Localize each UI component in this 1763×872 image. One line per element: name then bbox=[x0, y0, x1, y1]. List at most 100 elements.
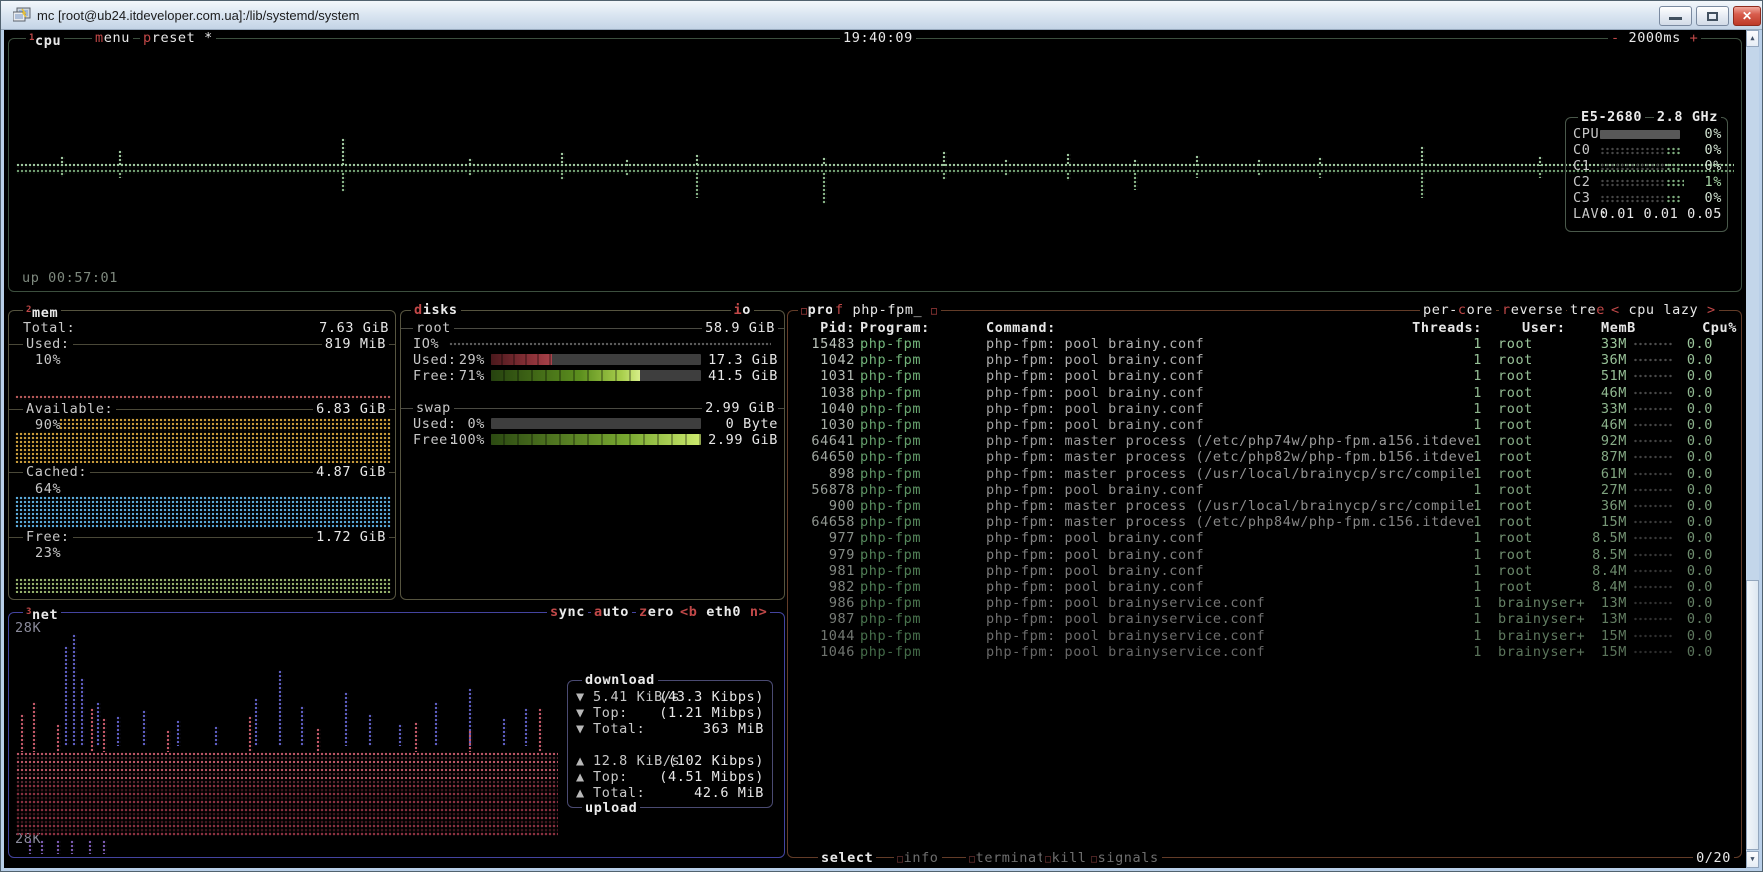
proc-program: php-fpm bbox=[860, 611, 921, 627]
col-command[interactable]: Command: bbox=[986, 320, 1056, 336]
process-row[interactable]: 977php-fpmphp-fpm: pool brainy.conf1root… bbox=[787, 530, 1742, 546]
cpu-spike-up bbox=[942, 151, 947, 166]
proc-user: root bbox=[1498, 498, 1533, 514]
process-row[interactable]: 1030php-fpmphp-fpm: pool brainy.conf1roo… bbox=[787, 417, 1742, 433]
preset-button[interactable]: preset * bbox=[140, 30, 216, 46]
process-row[interactable]: 900php-fpmphp-fpm: master process (/usr/… bbox=[787, 498, 1742, 514]
proc-program: php-fpm bbox=[860, 579, 921, 595]
cpu-spike-up bbox=[1004, 159, 1009, 166]
scrollbar-thumb[interactable] bbox=[1746, 580, 1759, 850]
proc-threads: 1 bbox=[1427, 514, 1482, 530]
footer-info-button[interactable]: □info bbox=[894, 850, 942, 866]
window-title: mc [root@ub24.itdeveloper.com.ua]:/lib/s… bbox=[37, 8, 359, 23]
close-button[interactable]: ✕ bbox=[1733, 6, 1761, 26]
net-zero-button[interactable]: zero bbox=[636, 604, 677, 620]
proc-cpu: 0.0 bbox=[1677, 417, 1713, 433]
cpu-frequency: 2.8 GHz bbox=[1654, 109, 1721, 125]
process-row[interactable]: 1038php-fpmphp-fpm: pool brainy.conf1roo… bbox=[787, 385, 1742, 401]
proc-pid: 1038 bbox=[805, 385, 855, 401]
net-upload-spike bbox=[56, 724, 61, 752]
disk-swap-name: swap bbox=[413, 400, 454, 416]
reverse-toggle[interactable]: reverse bbox=[1499, 302, 1566, 318]
process-row[interactable]: 982php-fpmphp-fpm: pool brainy.conf1root… bbox=[787, 579, 1742, 595]
proc-pid: 987 bbox=[805, 611, 855, 627]
process-row[interactable]: 64641php-fpmphp-fpm: master process (/et… bbox=[787, 433, 1742, 449]
process-row[interactable]: 898php-fpmphp-fpm: master process (/usr/… bbox=[787, 466, 1742, 482]
process-row[interactable]: 64658php-fpmphp-fpm: master process (/et… bbox=[787, 514, 1742, 530]
col-program[interactable]: Program: bbox=[860, 320, 930, 336]
col-memb[interactable]: MemB bbox=[1601, 320, 1636, 336]
process-row[interactable]: 1046php-fpmphp-fpm: pool brainyservice.c… bbox=[787, 644, 1742, 660]
proc-memb: 8.4M bbox=[1577, 579, 1627, 595]
proc-pid: 986 bbox=[805, 595, 855, 611]
mem-free-value: 1.72 GiB bbox=[313, 529, 389, 545]
footer-signals-button[interactable]: □signals bbox=[1088, 850, 1162, 866]
proc-usage-graph bbox=[1633, 616, 1673, 622]
net-upload-spike bbox=[166, 730, 171, 752]
cpu-total-bar bbox=[1600, 130, 1680, 139]
process-row[interactable]: 979php-fpmphp-fpm: pool brainy.conf1root… bbox=[787, 547, 1742, 563]
col-user[interactable]: User: bbox=[1522, 320, 1566, 336]
col-pid[interactable]: Pid: bbox=[805, 320, 855, 336]
proc-threads: 1 bbox=[1427, 628, 1482, 644]
titlebar[interactable]: mc [root@ub24.itdeveloper.com.ua]:/lib/s… bbox=[1, 1, 1762, 30]
interval-increase-button[interactable]: + bbox=[1690, 30, 1699, 46]
mem-used-label: Used: bbox=[23, 336, 73, 352]
net-upload-spike bbox=[414, 722, 419, 752]
cpu-core-meter-tail bbox=[1666, 179, 1684, 187]
minimize-button[interactable] bbox=[1659, 6, 1692, 26]
proc-user: root bbox=[1498, 417, 1533, 433]
proc-user: root bbox=[1498, 547, 1533, 563]
net-download-spike bbox=[214, 726, 219, 746]
footer-kill-button[interactable]: □kill bbox=[1042, 850, 1090, 866]
interval-decrease-button[interactable]: - bbox=[1611, 30, 1620, 46]
maximize-button[interactable] bbox=[1696, 6, 1729, 26]
cpu-spike-down bbox=[1318, 172, 1323, 178]
net-download-spike bbox=[72, 634, 77, 746]
sort-next-button[interactable]: > bbox=[1707, 302, 1716, 318]
process-row[interactable]: 1044php-fpmphp-fpm: pool brainyservice.c… bbox=[787, 628, 1742, 644]
io-toggle-button[interactable]: io bbox=[731, 302, 754, 318]
cpu-spike-down bbox=[1133, 172, 1138, 190]
per-core-toggle[interactable]: per-core bbox=[1420, 302, 1496, 318]
process-row[interactable]: 1040php-fpmphp-fpm: pool brainy.conf1roo… bbox=[787, 401, 1742, 417]
cpu-spike-down bbox=[822, 172, 827, 204]
proc-usage-graph bbox=[1633, 487, 1673, 493]
proc-cpu: 0.0 bbox=[1677, 352, 1713, 368]
footer-select[interactable]: select bbox=[818, 850, 876, 866]
process-row[interactable]: 1042php-fpmphp-fpm: pool brainy.conf1roo… bbox=[787, 352, 1742, 368]
cpu-spike-up bbox=[1195, 155, 1200, 166]
scrollbar[interactable]: ▲ ▼ bbox=[1746, 30, 1759, 868]
proc-threads: 1 bbox=[1427, 466, 1482, 482]
cpu-spike-down bbox=[1195, 172, 1200, 178]
sort-prev-button[interactable]: < bbox=[1611, 302, 1620, 318]
process-row[interactable]: 15483php-fpmphp-fpm: pool brainy.conf1ro… bbox=[787, 336, 1742, 352]
cpu-graph-line bbox=[16, 163, 1734, 168]
cpu-box-title: 1cpu bbox=[26, 30, 64, 46]
proc-threads: 1 bbox=[1427, 433, 1482, 449]
net-interface-switcher: <b eth0 n> bbox=[677, 604, 770, 620]
menu-button[interactable]: menu bbox=[92, 30, 133, 46]
disk-root-free-bar bbox=[491, 370, 701, 381]
proc-filter-clear-button[interactable]: □ bbox=[931, 306, 938, 317]
process-row[interactable]: 56878php-fpmphp-fpm: pool brainy.conf1ro… bbox=[787, 482, 1742, 498]
net-upload-spike bbox=[90, 708, 95, 752]
process-row[interactable]: 986php-fpmphp-fpm: pool brainyservice.co… bbox=[787, 595, 1742, 611]
net-sync-button[interactable]: sync bbox=[547, 604, 588, 620]
scroll-up-button[interactable]: ▲ bbox=[1746, 30, 1759, 47]
process-row[interactable]: 981php-fpmphp-fpm: pool brainy.conf1root… bbox=[787, 563, 1742, 579]
col-threads[interactable]: Threads: bbox=[1401, 320, 1482, 336]
process-row[interactable]: 64650php-fpmphp-fpm: master process (/et… bbox=[787, 449, 1742, 465]
process-row[interactable]: 1031php-fpmphp-fpm: pool brainy.conf1roo… bbox=[787, 368, 1742, 384]
scroll-down-button[interactable]: ▼ bbox=[1746, 851, 1759, 868]
proc-filter[interactable]: f php-fpm_ □ bbox=[832, 302, 941, 318]
net-next-interface-button[interactable]: n> bbox=[750, 604, 767, 620]
tree-toggle[interactable]: tree bbox=[1567, 302, 1608, 318]
cpu-spike-down bbox=[695, 172, 700, 198]
proc-program: php-fpm bbox=[860, 547, 921, 563]
net-prev-interface-button[interactable]: <b bbox=[680, 604, 697, 620]
col-cpu[interactable]: Cpu% bbox=[1692, 320, 1737, 336]
net-auto-button[interactable]: auto bbox=[591, 604, 632, 620]
proc-user: root bbox=[1498, 401, 1533, 417]
process-row[interactable]: 987php-fpmphp-fpm: pool brainyservice.co… bbox=[787, 611, 1742, 627]
